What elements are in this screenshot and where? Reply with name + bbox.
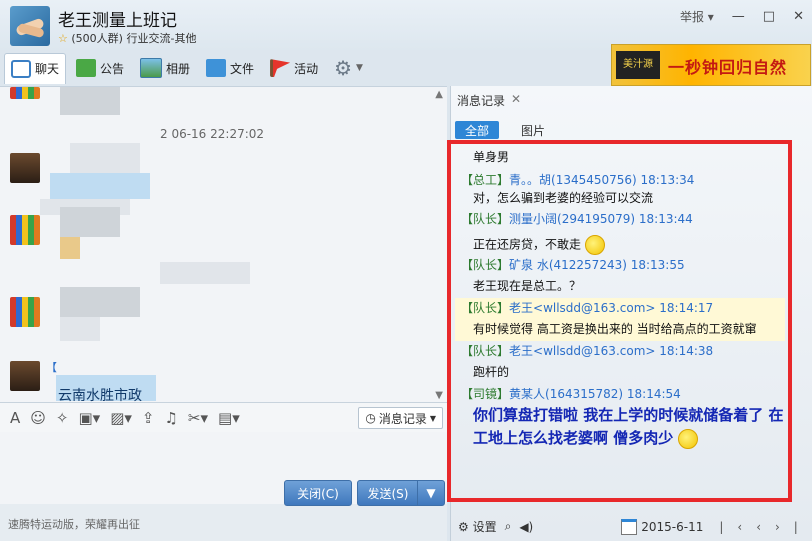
- file-icon: [206, 59, 227, 77]
- history-subtabs: 全部 图片: [451, 118, 812, 140]
- blurred-content: [60, 317, 100, 341]
- report-button[interactable]: 举报 ▾: [680, 8, 714, 25]
- send-button[interactable]: 发送(S): [357, 480, 419, 506]
- search-icon[interactable]: ⌕: [505, 519, 512, 534]
- history-tab[interactable]: 消息记录 ✕: [457, 92, 521, 109]
- notice-icon: [76, 59, 97, 77]
- partial-message: 云南水胜市政: [58, 388, 142, 403]
- member-count: (500人群): [71, 32, 123, 45]
- page-navigation[interactable]: |‹‹›|: [719, 520, 811, 534]
- close-window-button[interactable]: ✕: [793, 9, 804, 24]
- blurred-content: [60, 207, 120, 237]
- chat-message-area[interactable]: ▲ 2 06-16 22:27:02 【 云南水胜市政 ▼: [0, 86, 447, 403]
- blurred-content: [70, 143, 140, 173]
- scroll-up-icon[interactable]: ▲: [435, 89, 443, 100]
- gift-icon[interactable]: ▣▾: [78, 409, 100, 427]
- ad-brand-logo: 美汁源: [616, 51, 660, 79]
- history-panel-header: 消息记录 ✕: [451, 86, 812, 114]
- maximize-button[interactable]: □: [763, 9, 775, 24]
- blurred-content: [60, 287, 140, 317]
- chevron-down-icon: ▼: [356, 63, 363, 73]
- speaker-icon[interactable]: ◀): [519, 520, 533, 534]
- music-icon[interactable]: ♫: [164, 409, 177, 427]
- user-avatar[interactable]: [10, 153, 40, 183]
- user-avatar[interactable]: [10, 87, 40, 99]
- title-bar: 老王测量上班记 ☆ (500人群) 行业交流-其他 举报 ▾ — □ ✕: [0, 0, 812, 50]
- user-avatar[interactable]: [10, 215, 40, 245]
- input-toolbar: A ☺ ✧ ▣▾ ▨▾ ⇪ ♫ ✂▾ ▤▾ ◷ 消息记录 ▼: [0, 402, 447, 433]
- album-icon: [140, 58, 163, 78]
- close-button[interactable]: 关闭(C): [284, 480, 352, 506]
- subtab-all[interactable]: 全部: [455, 121, 499, 139]
- settings-menu-button[interactable]: ⚙ ▼: [328, 53, 369, 83]
- user-avatar[interactable]: [10, 361, 40, 391]
- tab-chat[interactable]: 聊天: [4, 52, 67, 84]
- calendar-icon[interactable]: [621, 518, 638, 535]
- gear-icon: ⚙: [334, 56, 353, 80]
- history-date[interactable]: 2015-6-11: [641, 520, 703, 534]
- settings-button[interactable]: ⚙ 设置: [458, 518, 497, 535]
- ad-banner[interactable]: 美汁源 一秒钟回归自然: [611, 44, 811, 86]
- scroll-down-icon[interactable]: ▼: [435, 390, 443, 401]
- tab-album[interactable]: 相册: [134, 53, 196, 83]
- minimize-button[interactable]: —: [732, 9, 745, 24]
- tab-file[interactable]: 文件: [200, 53, 260, 83]
- footer-ad-link[interactable]: 速腾特运动版，荣耀再出征: [8, 516, 140, 532]
- ad-slogan: 一秒钟回归自然: [668, 58, 788, 77]
- blurred-emoji: [60, 237, 80, 259]
- subtab-pictures[interactable]: 图片: [521, 121, 545, 139]
- chat-icon: [11, 59, 31, 78]
- footer-bar: 速腾特运动版，荣耀再出征: [0, 504, 447, 541]
- star-icon: ☆: [58, 32, 68, 45]
- font-icon[interactable]: A: [10, 409, 20, 427]
- blurred-content: [60, 87, 120, 115]
- group-title: 老王测量上班记: [58, 11, 177, 31]
- group-avatar[interactable]: [10, 6, 50, 46]
- upload-icon[interactable]: ⇪: [142, 409, 155, 427]
- tab-activity[interactable]: 活动: [264, 53, 324, 83]
- blurred-content: [160, 262, 250, 284]
- window-controls: 举报 ▾ — □ ✕: [680, 8, 804, 25]
- group-subtitle: ☆ (500人群) 行业交流-其他: [58, 30, 196, 46]
- chevron-down-icon: ▼: [429, 413, 436, 423]
- screenshot-scissors-icon[interactable]: ✂▾: [188, 409, 208, 427]
- group-category[interactable]: 行业交流-其他: [126, 32, 196, 45]
- image-icon[interactable]: ▨▾: [110, 409, 132, 427]
- flag-icon: [270, 59, 291, 77]
- highlight-frame: [447, 140, 792, 502]
- emoji-icon[interactable]: ☺: [30, 409, 46, 427]
- close-icon[interactable]: ✕: [511, 92, 521, 109]
- clock-icon: ◷: [365, 411, 376, 425]
- message-timestamp: 2 06-16 22:27:02: [160, 127, 265, 141]
- user-avatar[interactable]: [10, 297, 40, 327]
- history-footer: ⚙ 设置 ⌕ ◀) 2015-6-11 |‹‹›|: [450, 512, 812, 541]
- message-history-button[interactable]: ◷ 消息记录 ▼: [358, 407, 443, 429]
- magic-wand-icon[interactable]: ✧: [56, 409, 69, 427]
- more-icon[interactable]: ▤▾: [218, 409, 240, 427]
- blurred-content: [50, 173, 150, 199]
- send-options-button[interactable]: ▼: [417, 480, 445, 506]
- tab-notice[interactable]: 公告: [70, 53, 130, 83]
- partial-sender: 【: [46, 361, 57, 374]
- tab-bar: 聊天 公告 相册 文件 活动 ⚙ ▼: [0, 50, 450, 86]
